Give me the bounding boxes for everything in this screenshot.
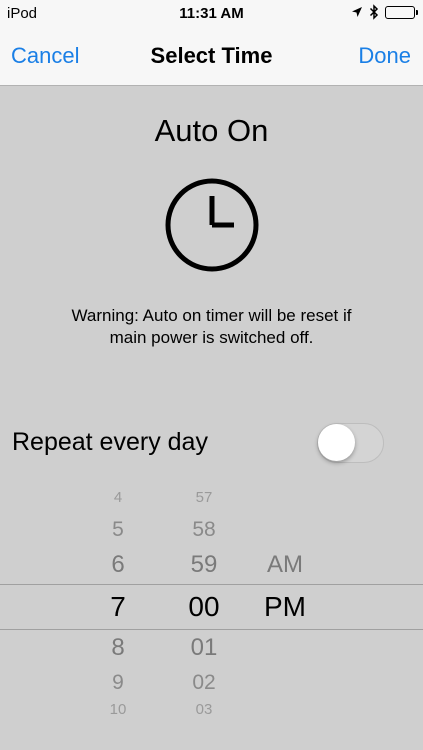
warning-line: main power is switched off. <box>109 328 314 347</box>
location-arrow-icon <box>352 7 362 17</box>
minute-option[interactable]: 02 <box>164 671 244 695</box>
minute-column[interactable]: 57 58 59 00 01 02 03 <box>164 485 244 725</box>
minute-option[interactable]: 00 <box>164 591 244 623</box>
minute-option[interactable]: 03 <box>164 701 244 718</box>
bluetooth-icon <box>369 4 379 20</box>
time-picker[interactable]: 4 5 6 7 8 9 10 57 58 59 00 01 02 03 AM PM <box>0 485 423 725</box>
section-heading: Auto On <box>154 113 269 148</box>
minute-option[interactable]: 58 <box>164 518 244 542</box>
warning-text: Warning: Auto on timer will be reset if … <box>40 305 383 349</box>
status-icons <box>351 4 418 20</box>
clock-icon <box>165 178 259 272</box>
period-option[interactable]: PM <box>245 591 325 623</box>
hour-option[interactable]: 4 <box>78 489 158 506</box>
toggle-knob <box>318 424 355 461</box>
hour-option[interactable]: 6 <box>78 551 158 579</box>
battery-icon <box>385 5 418 19</box>
hour-option[interactable]: 7 <box>78 591 158 623</box>
minute-option[interactable]: 59 <box>164 551 244 579</box>
repeat-label: Repeat every day <box>12 428 208 456</box>
hour-option[interactable]: 10 <box>78 701 158 718</box>
hour-option[interactable]: 8 <box>78 634 158 662</box>
hour-option[interactable]: 9 <box>78 671 158 695</box>
minute-option[interactable]: 57 <box>164 489 244 506</box>
period-column[interactable]: AM PM <box>245 485 325 725</box>
hour-column[interactable]: 4 5 6 7 8 9 10 <box>78 485 158 725</box>
warning-line: Warning: Auto on timer will be reset if <box>71 306 352 325</box>
hour-option[interactable]: 5 <box>78 518 158 542</box>
minute-option[interactable]: 01 <box>164 634 244 662</box>
period-option[interactable]: AM <box>245 551 325 579</box>
status-bar: iPod 11:31 AM <box>0 0 423 27</box>
repeat-toggle[interactable] <box>317 423 384 463</box>
done-button[interactable]: Done <box>358 43 411 69</box>
navigation-bar: Cancel Select Time Done <box>0 27 423 86</box>
